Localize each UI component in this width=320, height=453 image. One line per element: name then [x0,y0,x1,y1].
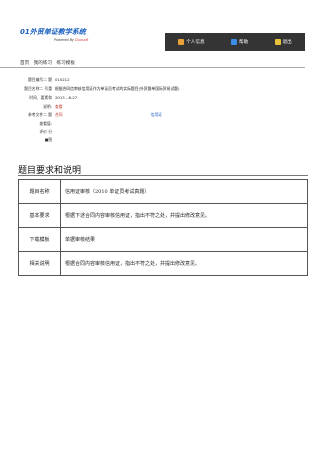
toolbar-exit[interactable]: 退出 [274,39,292,45]
powered-by: Powered By Duosoft [54,38,89,42]
exit-icon [274,39,281,45]
breadcrumb: 首页 我的练习 练习模板 [20,60,78,66]
table-key: 下载模板 [18,227,61,252]
meta-row-id: 题目编号二 题 010212 [28,77,70,82]
contract-link[interactable]: 合同 [55,112,63,118]
table-row: 下载模板 单据审核结果 [18,227,308,252]
nav-practice-template[interactable]: 练习模板 [57,61,75,66]
requirements-table: 题目名称 信用证审核（2010 单证员考试真题） 基本要求 根据下述合同内容审核… [18,179,308,276]
top-toolbar: 个人信息 帮助 退出 [165,33,305,51]
user-icon [178,39,185,45]
table-row: 题目名称 信用证审核（2010 单证员考试真题） [18,179,308,204]
meta-row-files: 参考文件二 题 合同 信用证 [28,112,162,118]
download-template-value[interactable]: 单据审核结果 [60,227,308,252]
meta-row-image: ■图 [44,137,52,142]
nav-my-practice[interactable]: 我的练习 [34,61,52,66]
meta-row-name: 题目名称二 号重 根据合同信审核信用证作为单证员考试的实际题目(外贸跟单国际贸易… [24,86,180,91]
meta-row-time: 时间、要素和 2013 --6-27 [29,95,78,100]
toolbar-profile[interactable]: 个人信息 [178,39,205,45]
meta-row-check: 查看值: [39,121,52,126]
brand-title: 01外贸单证教学系统 [20,28,86,36]
credit-link[interactable]: 信用证 [151,112,162,118]
table-key: 题目名称 [18,179,61,204]
divider [0,67,305,68]
page-header: 01外贸单证教学系统 Powered By Duosoft 个人信息 帮助 退出… [0,0,320,70]
table-value: 根据合同内容审核信用证，指出不符之处，并提出修改意见。 [60,251,308,276]
table-value: 根据下述合同内容审核信用证，指出不符之处，并提出修改意见。 [60,203,308,228]
table-row: 基本要求 根据下述合同内容审核信用证，指出不符之处，并提出修改意见。 [18,203,308,228]
nav-home[interactable]: 首页 [20,61,29,66]
table-row: 相关说明 根据合同内容审核信用证，指出不符之处，并提出修改意见。 [18,251,308,276]
table-key: 基本要求 [18,203,61,228]
section-divider [18,175,308,176]
table-value: 信用证审核（2010 单证员考试真题） [60,179,308,204]
view-link[interactable]: 查看 [55,104,63,110]
toolbar-help[interactable]: 帮助 [230,39,248,45]
meta-row-score: 评价 分 [39,129,52,134]
meta-row-desc: 说明: 查看 [43,104,63,110]
table-key: 相关说明 [18,251,61,276]
help-icon [230,39,237,45]
